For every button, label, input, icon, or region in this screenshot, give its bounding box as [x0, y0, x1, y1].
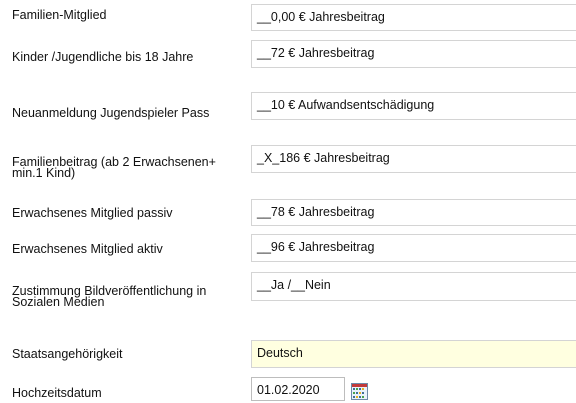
field-familien-mitglied[interactable]: __0,00 € Jahresbeitrag [251, 4, 576, 31]
label-staatsangehoerigkeit: Staatsangehörigkeit [12, 347, 123, 361]
field-erwachsenes-mitglied-passiv[interactable]: __78 € Jahresbeitrag [251, 199, 576, 226]
calendar-icon[interactable] [351, 383, 368, 400]
field-zustimmung-bildveroeffentlichung[interactable]: __Ja /__Nein [251, 272, 576, 301]
field-familienbeitrag[interactable]: _X_186 € Jahresbeitrag [251, 145, 576, 173]
field-staatsangehoerigkeit[interactable]: Deutsch [251, 340, 576, 368]
label-zustimmung-bildveroeffentlichung: Zustimmung Bildveröffentlichung in Sozia… [12, 284, 207, 309]
field-neuanmeldung-jugendspieler-pass[interactable]: __10 € Aufwandsentschädigung [251, 92, 576, 120]
field-kinder-jugendliche[interactable]: __72 € Jahresbeitrag [251, 40, 576, 68]
label-familien-mitglied: Familien-Mitglied [12, 8, 107, 22]
label-familienbeitrag: Familienbeitrag (ab 2 Erwachsenen+ min.1… [12, 155, 216, 180]
label-erwachsenes-mitglied-aktiv: Erwachsenes Mitglied aktiv [12, 242, 163, 256]
label-neuanmeldung-jugendspieler-pass: Neuanmeldung Jugendspieler Pass [12, 106, 210, 120]
field-hochzeitsdatum[interactable]: 01.02.2020 [251, 377, 345, 401]
label-hochzeitsdatum: Hochzeitsdatum [12, 386, 102, 400]
label-erwachsenes-mitglied-passiv: Erwachsenes Mitglied passiv [12, 206, 173, 220]
field-erwachsenes-mitglied-aktiv[interactable]: __96 € Jahresbeitrag [251, 234, 576, 262]
label-kinder-jugendliche: Kinder /Jugendliche bis 18 Jahre [12, 50, 194, 64]
